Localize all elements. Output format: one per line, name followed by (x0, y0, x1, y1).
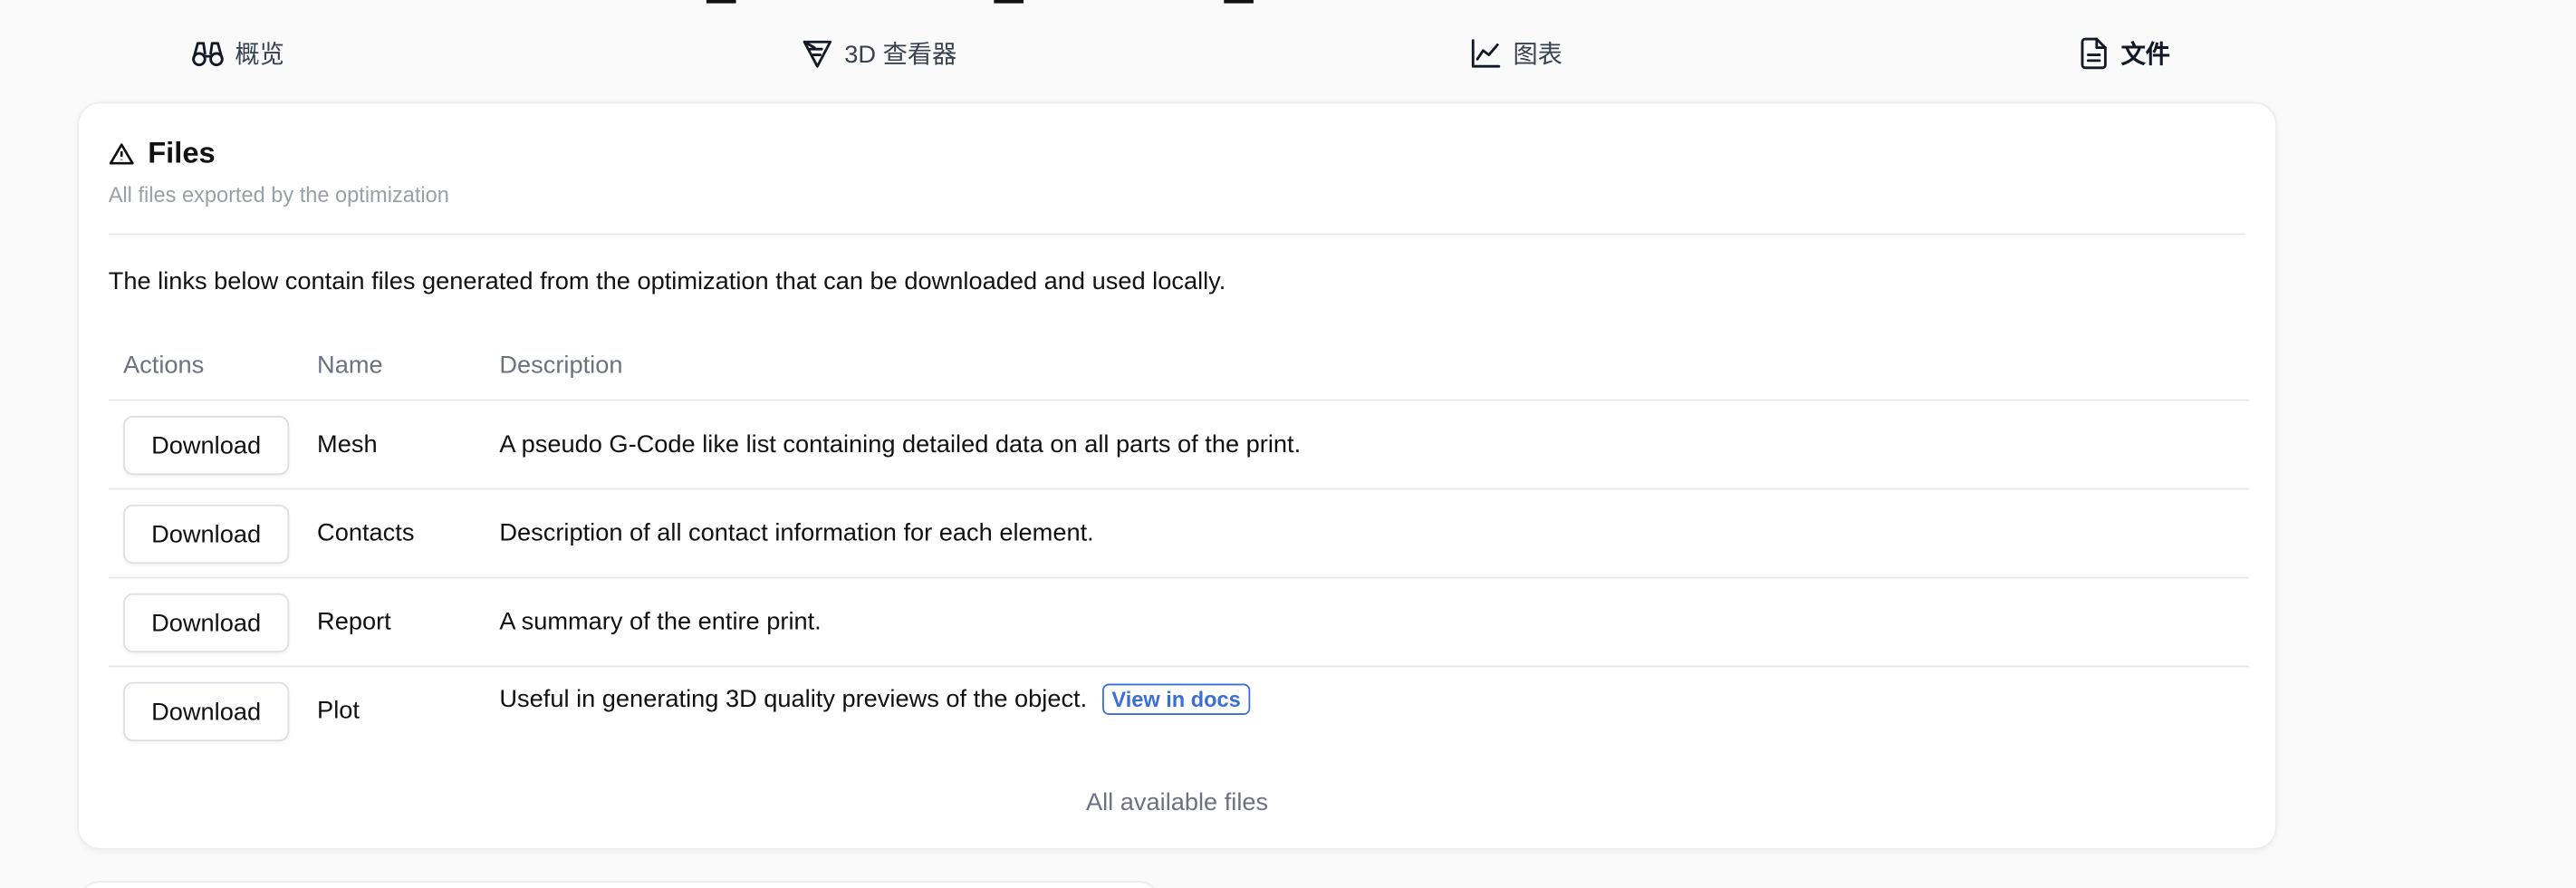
column-header-name: Name (317, 352, 383, 380)
file-icon (2081, 36, 2107, 69)
file-description: Useful in generating 3D quality previews… (499, 683, 1251, 715)
tab-overview[interactable]: 概览 (190, 33, 284, 72)
download-button[interactable]: Download (123, 681, 290, 742)
table-row: Download Report A summary of the entire … (108, 578, 2250, 668)
file-description-text: Description of all contact information f… (499, 519, 1094, 547)
tab-label: 概览 (235, 40, 284, 69)
top-edge-mark (994, 0, 1024, 4)
printer-3d-icon (803, 39, 832, 67)
table-header: Actions Name Description (108, 333, 2250, 401)
tab-label: 文件 (2120, 40, 2171, 69)
card-header: Files All files exported by the optimiza… (109, 137, 449, 208)
table-row: Download Contacts Description of all con… (108, 490, 2250, 579)
column-header-description: Description (499, 352, 623, 380)
table-footer: All available files (1085, 788, 1269, 817)
line-chart-icon (1471, 38, 1501, 67)
card-title-text: Files (148, 136, 216, 169)
next-card (77, 881, 1162, 888)
file-description-text: Useful in generating 3D quality previews… (499, 685, 1088, 714)
download-button[interactable]: Download (123, 593, 290, 653)
tab-label: 图表 (1513, 40, 1562, 69)
card-title: Files (109, 137, 449, 171)
table-row: Download Plot Useful in generating 3D qu… (109, 667, 2249, 756)
tab-bar: 概览 3D 查看器 图表 文件 (0, 33, 2277, 72)
file-name: Mesh (317, 430, 378, 459)
file-name: Plot (317, 697, 360, 725)
files-table: Actions Name Description Download Mesh A… (108, 333, 2250, 756)
files-card: Files All files exported by the optimiza… (77, 101, 2277, 850)
top-edge-mark (706, 0, 736, 4)
view-in-docs-link[interactable]: View in docs (1101, 683, 1251, 715)
column-header-actions: Actions (123, 352, 205, 380)
intro-text: The links below contain files generated … (108, 267, 1226, 296)
file-description-text: A pseudo G-Code like list containing det… (499, 430, 1302, 459)
download-button[interactable]: Download (123, 415, 290, 476)
tab-charts[interactable]: 图表 (1469, 33, 1562, 72)
file-name: Contacts (317, 519, 415, 547)
divider (108, 233, 2246, 236)
warning-icon (109, 142, 134, 164)
file-description-text: A summary of the entire print. (499, 608, 822, 636)
tab-label: 3D 查看器 (844, 40, 957, 69)
download-button[interactable]: Download (123, 504, 290, 565)
card-subtitle: All files exported by the optimization (108, 182, 449, 208)
top-edge-mark (1224, 0, 1254, 4)
binoculars-icon (192, 41, 224, 66)
tab-3d-viewer[interactable]: 3D 查看器 (800, 33, 956, 72)
file-description: Description of all contact information f… (499, 519, 1093, 547)
file-description: A summary of the entire print. (499, 608, 821, 636)
tab-files[interactable]: 文件 (2077, 33, 2170, 72)
table-row: Download Mesh A pseudo G-Code like list … (108, 401, 2250, 490)
file-name: Report (317, 608, 391, 636)
file-description: A pseudo G-Code like list containing det… (499, 430, 1301, 458)
